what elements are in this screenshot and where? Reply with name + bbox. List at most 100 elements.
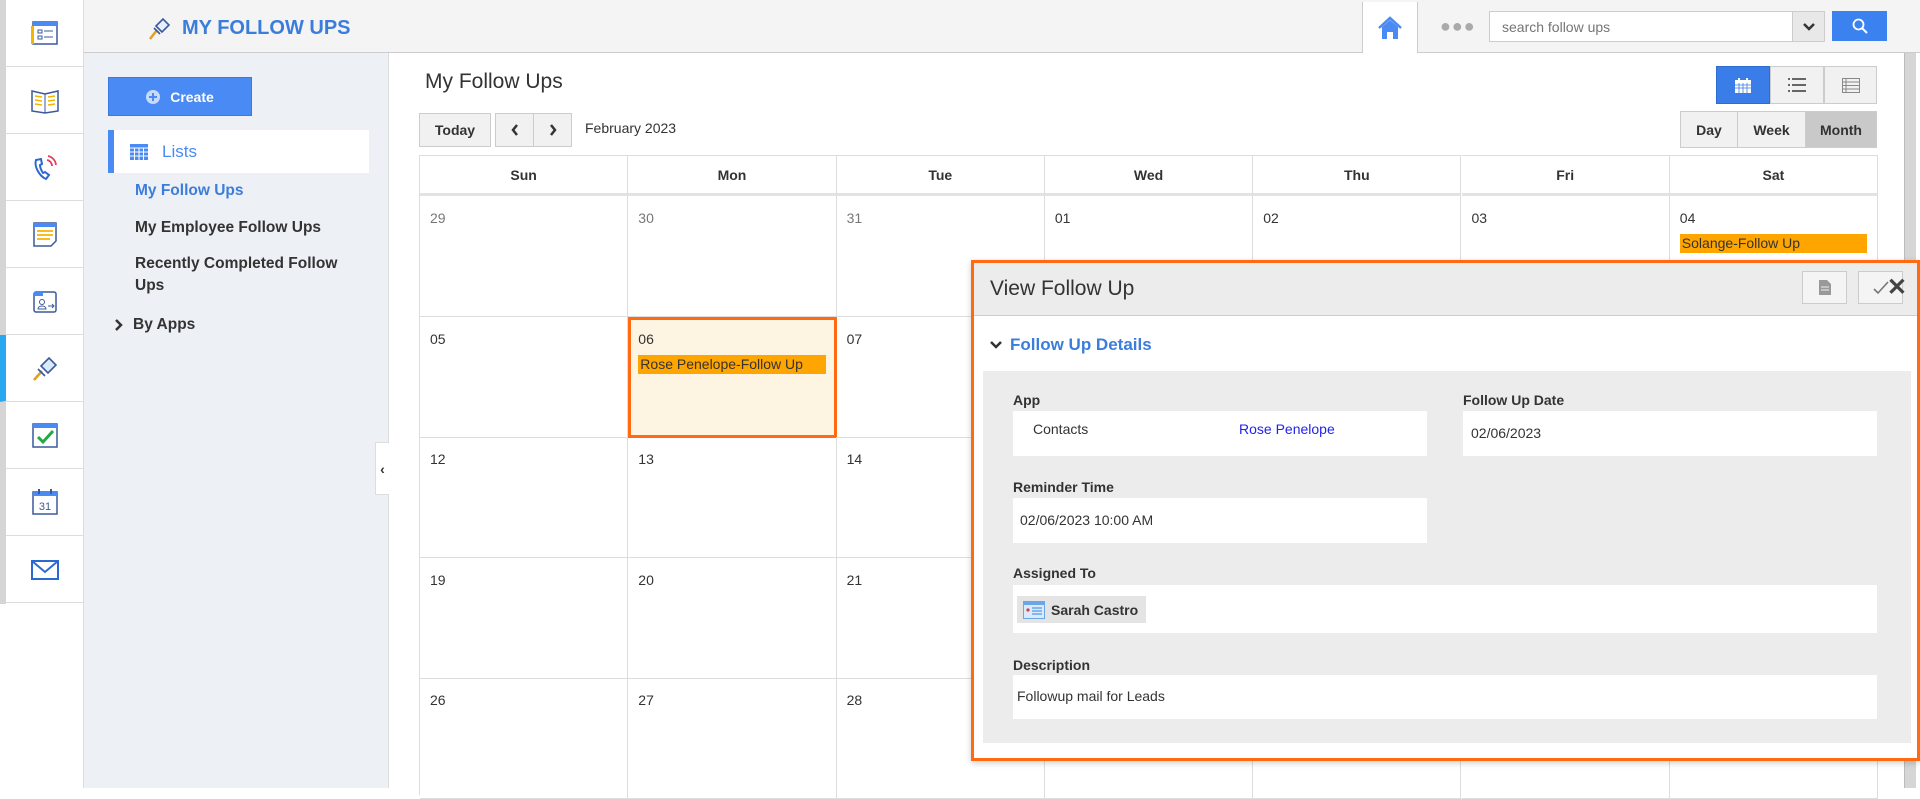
day-header-thu: Thu [1253, 155, 1462, 196]
follow-up-date-label: Follow Up Date [1463, 392, 1565, 408]
app-field: Contacts Rose Penelope [1013, 411, 1427, 456]
chevron-down-icon [990, 341, 1002, 349]
day-number: 20 [638, 572, 654, 588]
day-header-wed: Wed [1044, 155, 1254, 196]
day-header-sat: Sat [1669, 155, 1879, 196]
calendar-day-cell[interactable]: 29 [420, 196, 629, 317]
chevron-right-icon [115, 319, 123, 331]
knowledge-book-icon [31, 90, 59, 114]
chevron-right-icon [549, 124, 557, 136]
day-header-fri: Fri [1461, 155, 1670, 196]
description-label: Description [1013, 657, 1091, 673]
day-number: 05 [430, 331, 446, 347]
follow-up-details-toggle[interactable]: Follow Up Details [990, 335, 1152, 355]
document-icon [1818, 280, 1831, 295]
close-icon[interactable]: ✕ [1887, 273, 1907, 302]
app-rail-item[interactable] [6, 0, 84, 67]
app-rail-item[interactable] [0, 335, 84, 402]
app-rail-item[interactable] [6, 536, 84, 603]
app-rail-item[interactable]: 31 [6, 469, 84, 536]
home-icon [1378, 15, 1402, 39]
view-follow-up-dialog: View Follow Up ✕ Follow Up Details App C… [971, 260, 1920, 761]
description-value: Followup mail for Leads [1013, 675, 1877, 719]
day-number: 06 [638, 331, 654, 347]
contact-card-icon [1023, 600, 1045, 619]
calendar-day-cell[interactable]: 30 [628, 196, 837, 317]
view-day-button[interactable]: Day [1680, 111, 1738, 148]
search-filter-dropdown[interactable] [1792, 12, 1824, 41]
day-number: 02 [1263, 210, 1279, 226]
app-rail-item[interactable] [6, 402, 84, 469]
day-number: 03 [1471, 210, 1488, 226]
calendar-day-cell[interactable]: 19 [420, 558, 629, 679]
calendar-day-cell[interactable]: 13 [628, 437, 837, 558]
calendar-view-button[interactable] [1716, 66, 1770, 104]
day-number: 12 [430, 451, 446, 467]
follow-up-date-value: 02/06/2023 [1463, 411, 1877, 456]
notes-button[interactable] [1802, 271, 1847, 304]
table-icon [1841, 77, 1860, 93]
collapse-sidebar-button[interactable]: ‹ [375, 442, 389, 495]
details-panel: App Contacts Rose Penelope Follow Up Dat… [983, 371, 1911, 743]
calendar-day-cell[interactable]: 27 [628, 678, 837, 799]
calendar-day-cell[interactable]: 12 [420, 437, 629, 558]
calendar-day-cell[interactable]: 06 Rose Penelope-Follow Up [628, 317, 837, 438]
next-month-button[interactable] [533, 113, 572, 147]
day-header-sun: Sun [420, 155, 629, 196]
chevron-down-icon [1802, 22, 1815, 31]
assigned-to-field: Sarah Castro [1013, 585, 1877, 633]
app-rail-item[interactable] [6, 268, 84, 335]
search-box [1489, 11, 1825, 42]
view-month-button[interactable]: Month [1805, 111, 1877, 148]
sidebar-item-my-follow-ups[interactable]: My Follow Ups [135, 180, 365, 202]
app-rail-item[interactable] [6, 67, 84, 134]
notes-icon [33, 222, 57, 247]
sidebar-item-my-employee-follow-ups[interactable]: My Employee Follow Ups [135, 217, 365, 239]
chevron-left-icon [510, 124, 518, 136]
app-title: MY FOLLOW UPS [146, 14, 351, 42]
svg-text:31: 31 [39, 501, 51, 513]
follow-ups-pin-icon [33, 356, 58, 381]
home-button[interactable] [1362, 2, 1418, 53]
assignee-chip[interactable]: Sarah Castro [1017, 596, 1147, 623]
lists-header[interactable]: Lists [108, 130, 369, 173]
calendar-event[interactable]: Solange-Follow Up [1679, 234, 1868, 253]
day-header-mon: Mon [628, 155, 837, 196]
day-number: 31 [846, 210, 863, 226]
search-icon [1852, 18, 1868, 34]
dialog-header: View Follow Up ✕ [974, 263, 1917, 316]
prev-month-button[interactable] [495, 113, 534, 147]
dialog-title: View Follow Up [990, 277, 1135, 300]
calendar-day-cell[interactable]: 20 [628, 558, 837, 679]
calendar-icon: 31 [32, 489, 58, 515]
list-icon [1788, 78, 1806, 92]
day-number: 27 [638, 692, 654, 708]
more-options-button[interactable]: ●●● [1440, 16, 1476, 37]
mail-icon [31, 560, 59, 580]
create-button[interactable]: Create [108, 77, 252, 116]
day-header-tue: Tue [836, 155, 1045, 196]
day-number: 29 [430, 210, 446, 226]
app-rail-item[interactable] [6, 201, 84, 268]
calendar-event[interactable]: Rose Penelope-Follow Up [638, 355, 826, 374]
day-number: 13 [638, 451, 654, 467]
view-week-button[interactable]: Week [1737, 111, 1806, 148]
sidebar-item-by-apps[interactable]: By Apps [114, 314, 344, 336]
app-record-link[interactable]: Rose Penelope [1239, 421, 1335, 437]
search-button[interactable] [1832, 11, 1887, 41]
calendar-day-cell[interactable]: 05 [420, 317, 629, 438]
table-view-button[interactable] [1824, 66, 1877, 104]
contact-transfer-icon [33, 291, 57, 313]
sidebar-item-recently-completed[interactable]: Recently Completed Follow Ups [135, 253, 365, 297]
app-label: App [1013, 392, 1041, 408]
tasks-icon [32, 423, 58, 448]
app-rail-item[interactable] [6, 134, 84, 201]
list-view-button[interactable] [1770, 66, 1824, 104]
search-input[interactable] [1490, 12, 1780, 41]
pin-icon [149, 17, 171, 40]
day-number: 26 [430, 692, 446, 708]
app-value: Contacts [1033, 421, 1089, 437]
today-button[interactable]: Today [419, 113, 491, 147]
calendar-day-cell[interactable]: 26 [420, 678, 629, 799]
calls-icon [34, 155, 57, 181]
